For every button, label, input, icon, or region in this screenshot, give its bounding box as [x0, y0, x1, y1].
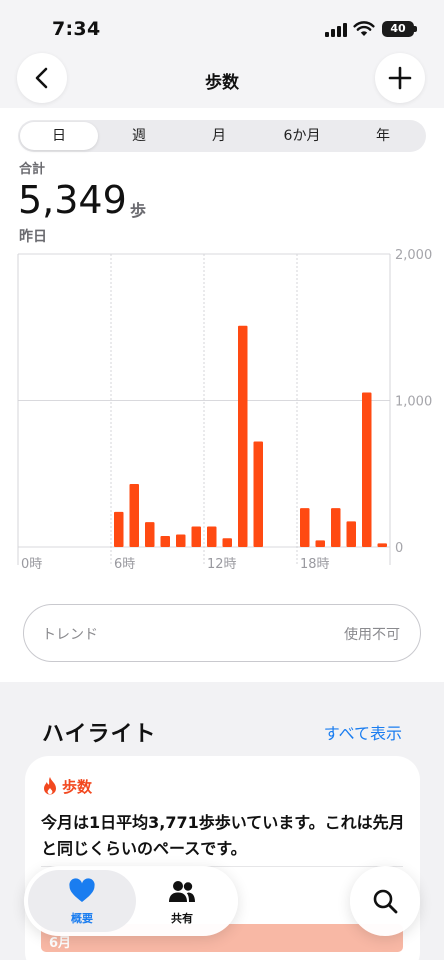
- people-icon: [169, 881, 195, 902]
- tab-sharing[interactable]: 共有: [128, 866, 236, 936]
- chart-bar[interactable]: [176, 534, 186, 547]
- date-label: 昨日: [19, 229, 47, 245]
- total-steps-value: 5,349: [18, 178, 127, 222]
- y-tick-label: 1,000: [395, 395, 432, 410]
- y-tick-label: 0: [395, 541, 403, 556]
- highlight-category: 歩数: [62, 778, 93, 796]
- status-bar: 7:34 40: [0, 0, 444, 56]
- x-tick-label: 12時: [207, 557, 237, 572]
- chart-bar[interactable]: [207, 526, 217, 547]
- time-range-selector: 日 週 月 6か月 年: [18, 120, 426, 152]
- chart-bar[interactable]: [300, 508, 310, 547]
- total-steps-unit: 歩: [130, 201, 147, 220]
- battery-cap: [414, 26, 417, 32]
- add-data-button[interactable]: [375, 53, 425, 103]
- chart-bar[interactable]: [377, 543, 388, 547]
- chart-bar[interactable]: [315, 540, 326, 547]
- y-tick-label: 2,000: [395, 248, 432, 263]
- cellular-signal-icon: [325, 23, 347, 37]
- range-tab-year[interactable]: 年: [344, 122, 422, 150]
- chart-bar[interactable]: [145, 522, 155, 547]
- range-tab-month[interactable]: 月: [180, 122, 258, 150]
- flame-icon: [44, 777, 56, 795]
- chart-bar[interactable]: [331, 508, 341, 547]
- tab-bar: 概要 共有: [24, 866, 238, 936]
- chart-bar[interactable]: [238, 325, 248, 547]
- trend-status: 使用不可: [344, 627, 400, 643]
- range-tab-week[interactable]: 週: [100, 122, 178, 150]
- chart-bar[interactable]: [191, 526, 202, 547]
- show-all-link[interactable]: すべて表示: [324, 720, 402, 744]
- chart-bar[interactable]: [222, 538, 233, 547]
- trend-button[interactable]: トレンド 使用不可: [23, 604, 421, 662]
- highlight-text: 今月は1日平均3,771歩歩いています。これは先月と同じくらいのペースです。: [41, 813, 405, 858]
- x-tick-label: 0時: [21, 557, 42, 572]
- range-tab-day[interactable]: 日: [20, 122, 98, 150]
- total-label: 合計: [19, 162, 46, 177]
- plus-icon: [388, 66, 412, 90]
- heart-icon: [69, 878, 95, 902]
- wifi-icon: [353, 21, 375, 36]
- highlights-title: ハイライト: [42, 722, 157, 747]
- status-time: 7:34: [52, 18, 101, 40]
- battery-icon: 40: [382, 21, 414, 37]
- x-tick-label: 6時: [114, 557, 135, 572]
- chart-bar[interactable]: [253, 441, 264, 547]
- chart-bar[interactable]: [362, 392, 372, 547]
- chart-bar[interactable]: [346, 521, 357, 547]
- chart-bar[interactable]: [160, 536, 171, 547]
- range-tab-6months[interactable]: 6か月: [262, 122, 342, 150]
- x-tick-label: 18時: [300, 557, 330, 572]
- chart-bar[interactable]: [129, 484, 140, 547]
- search-button[interactable]: [350, 866, 420, 936]
- search-icon: [373, 889, 398, 914]
- tab-summary-label: 概要: [71, 912, 93, 925]
- tab-summary[interactable]: 概要: [28, 866, 136, 936]
- trend-label: トレンド: [42, 627, 98, 643]
- steps-bar-chart[interactable]: 2,000 1,000 0 0時 6時 12時 18時: [0, 244, 444, 574]
- tab-sharing-label: 共有: [171, 912, 193, 925]
- chart-bar[interactable]: [114, 511, 124, 547]
